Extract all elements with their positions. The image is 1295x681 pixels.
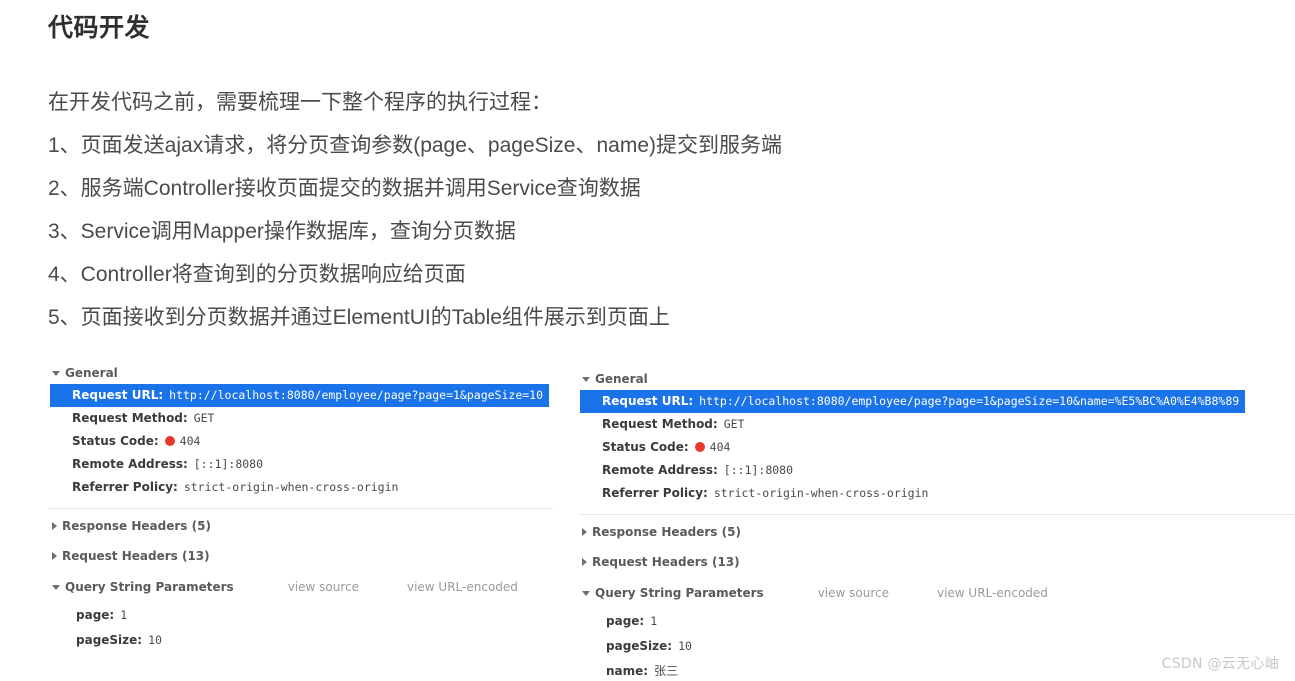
referrer-policy-key: Referrer Policy: [602,486,708,500]
request-headers-toggle-right[interactable]: Request Headers (13) [578,551,1295,573]
request-url-value: http://localhost:8080/employee/page?page… [169,388,544,402]
status-code-key: Status Code: [72,434,159,448]
view-source-link[interactable]: view source [818,586,889,600]
remote-address-value: [::1]:8080 [723,463,794,477]
section-divider [578,514,1295,515]
query-param-key: page: [606,614,645,628]
query-param-row: page: 1 [578,609,1295,634]
intro-paragraph: 在开发代码之前，需要梳理一下整个程序的执行过程： [48,90,552,114]
query-param-key: pageSize: [76,633,143,647]
devtools-panel-right: General Request URL: http://localhost:80… [578,362,1295,681]
view-url-encoded-link[interactable]: view URL-encoded [937,586,1048,600]
status-error-dot-icon [694,442,705,452]
step-4: 4、Controller将查询到的分页数据响应给页面 [48,262,466,286]
remote-address-row-left: Remote Address: [::1]:8080 [48,453,553,476]
chevron-down-icon [52,370,60,376]
remote-address-key: Remote Address: [602,463,718,477]
query-string-parameters-label: Query String Parameters [65,580,234,594]
step-1: 1、页面发送ajax请求，将分页查询参数(page、pageSize、name)… [48,133,783,157]
referrer-policy-row-right: Referrer Policy: strict-origin-when-cros… [578,482,1295,505]
request-url-value: http://localhost:8080/employee/page?page… [699,394,1240,408]
referrer-policy-value: strict-origin-when-cross-origin [713,486,929,500]
request-headers-label: Request Headers (13) [592,555,740,569]
article-content: 代码开发 在开发代码之前，需要梳理一下整个程序的执行过程： 1、页面发送ajax… [48,12,1248,339]
query-param-value: 10 [678,639,692,653]
chevron-right-icon [52,552,57,560]
response-headers-toggle-right[interactable]: Response Headers (5) [578,521,1295,543]
remote-address-row-right: Remote Address: [::1]:8080 [578,459,1295,482]
request-method-key: Request Method: [602,417,718,431]
general-section-label: General [595,372,648,386]
query-param-row: page: 1 [48,603,553,628]
query-param-value: 1 [650,614,658,628]
status-code-value: 404 [179,434,201,448]
query-param-key: name: [606,664,649,678]
devtools-panel-left: General Request URL: http://localhost:80… [48,362,553,681]
response-headers-toggle-left[interactable]: Response Headers (5) [48,515,553,537]
chevron-down-icon [582,590,590,596]
view-source-link[interactable]: view source [288,580,359,594]
query-param-key: pageSize: [606,639,673,653]
query-param-value: 10 [148,633,162,647]
status-code-value: 404 [709,440,731,454]
page-title: 代码开发 [48,14,151,42]
status-code-key: Status Code: [602,440,689,454]
request-method-row-left: Request Method: GET [48,407,553,430]
request-method-value: GET [723,417,745,431]
chevron-down-icon [582,376,590,382]
csdn-watermark: CSDN @云无心岫 [1161,656,1279,672]
query-param-value: 1 [120,608,128,622]
request-method-key: Request Method: [72,411,188,425]
request-url-row-right[interactable]: Request URL: http://localhost:8080/emplo… [580,390,1246,413]
devtools-screenshots: General Request URL: http://localhost:80… [48,362,1295,681]
remote-address-key: Remote Address: [72,457,188,471]
chevron-right-icon [52,522,57,530]
request-headers-toggle-left[interactable]: Request Headers (13) [48,545,553,567]
status-code-row-right: Status Code: 404 [578,436,1295,459]
request-method-row-right: Request Method: GET [578,413,1295,436]
general-section-toggle-right[interactable]: General [578,368,1295,390]
step-2: 2、服务端Controller接收页面提交的数据并调用Service查询数据 [48,176,641,200]
chevron-right-icon [582,558,587,566]
query-param-row: pageSize: 10 [48,628,553,653]
chevron-right-icon [582,528,587,536]
step-3: 3、Service调用Mapper操作数据库，查询分页数据 [48,219,516,243]
query-string-parameters-header-left[interactable]: Query String Parameters view source view… [48,575,553,599]
query-param-value: 张三 [654,664,679,678]
referrer-policy-row-left: Referrer Policy: strict-origin-when-cros… [48,476,553,499]
query-string-parameters-label: Query String Parameters [595,586,764,600]
general-section-toggle-left[interactable]: General [48,362,553,384]
referrer-policy-key: Referrer Policy: [72,480,178,494]
chevron-down-icon [52,584,60,590]
general-section-label: General [65,366,118,380]
response-headers-label: Response Headers (5) [592,525,741,539]
request-headers-label: Request Headers (13) [62,549,210,563]
request-url-key: Request URL: [602,394,694,408]
section-divider [48,508,553,509]
remote-address-value: [::1]:8080 [193,457,264,471]
request-url-row-left[interactable]: Request URL: http://localhost:8080/emplo… [50,384,550,407]
step-5: 5、页面接收到分页数据并通过ElementUI的Table组件展示到页面上 [48,305,670,329]
query-param-key: page: [76,608,115,622]
view-url-encoded-link[interactable]: view URL-encoded [407,580,518,594]
status-code-row-left: Status Code: 404 [48,430,553,453]
query-string-parameters-header-right[interactable]: Query String Parameters view source view… [578,581,1295,605]
request-url-key: Request URL: [72,388,164,402]
status-error-dot-icon [164,436,175,446]
request-method-value: GET [193,411,215,425]
referrer-policy-value: strict-origin-when-cross-origin [183,480,399,494]
response-headers-label: Response Headers (5) [62,519,211,533]
